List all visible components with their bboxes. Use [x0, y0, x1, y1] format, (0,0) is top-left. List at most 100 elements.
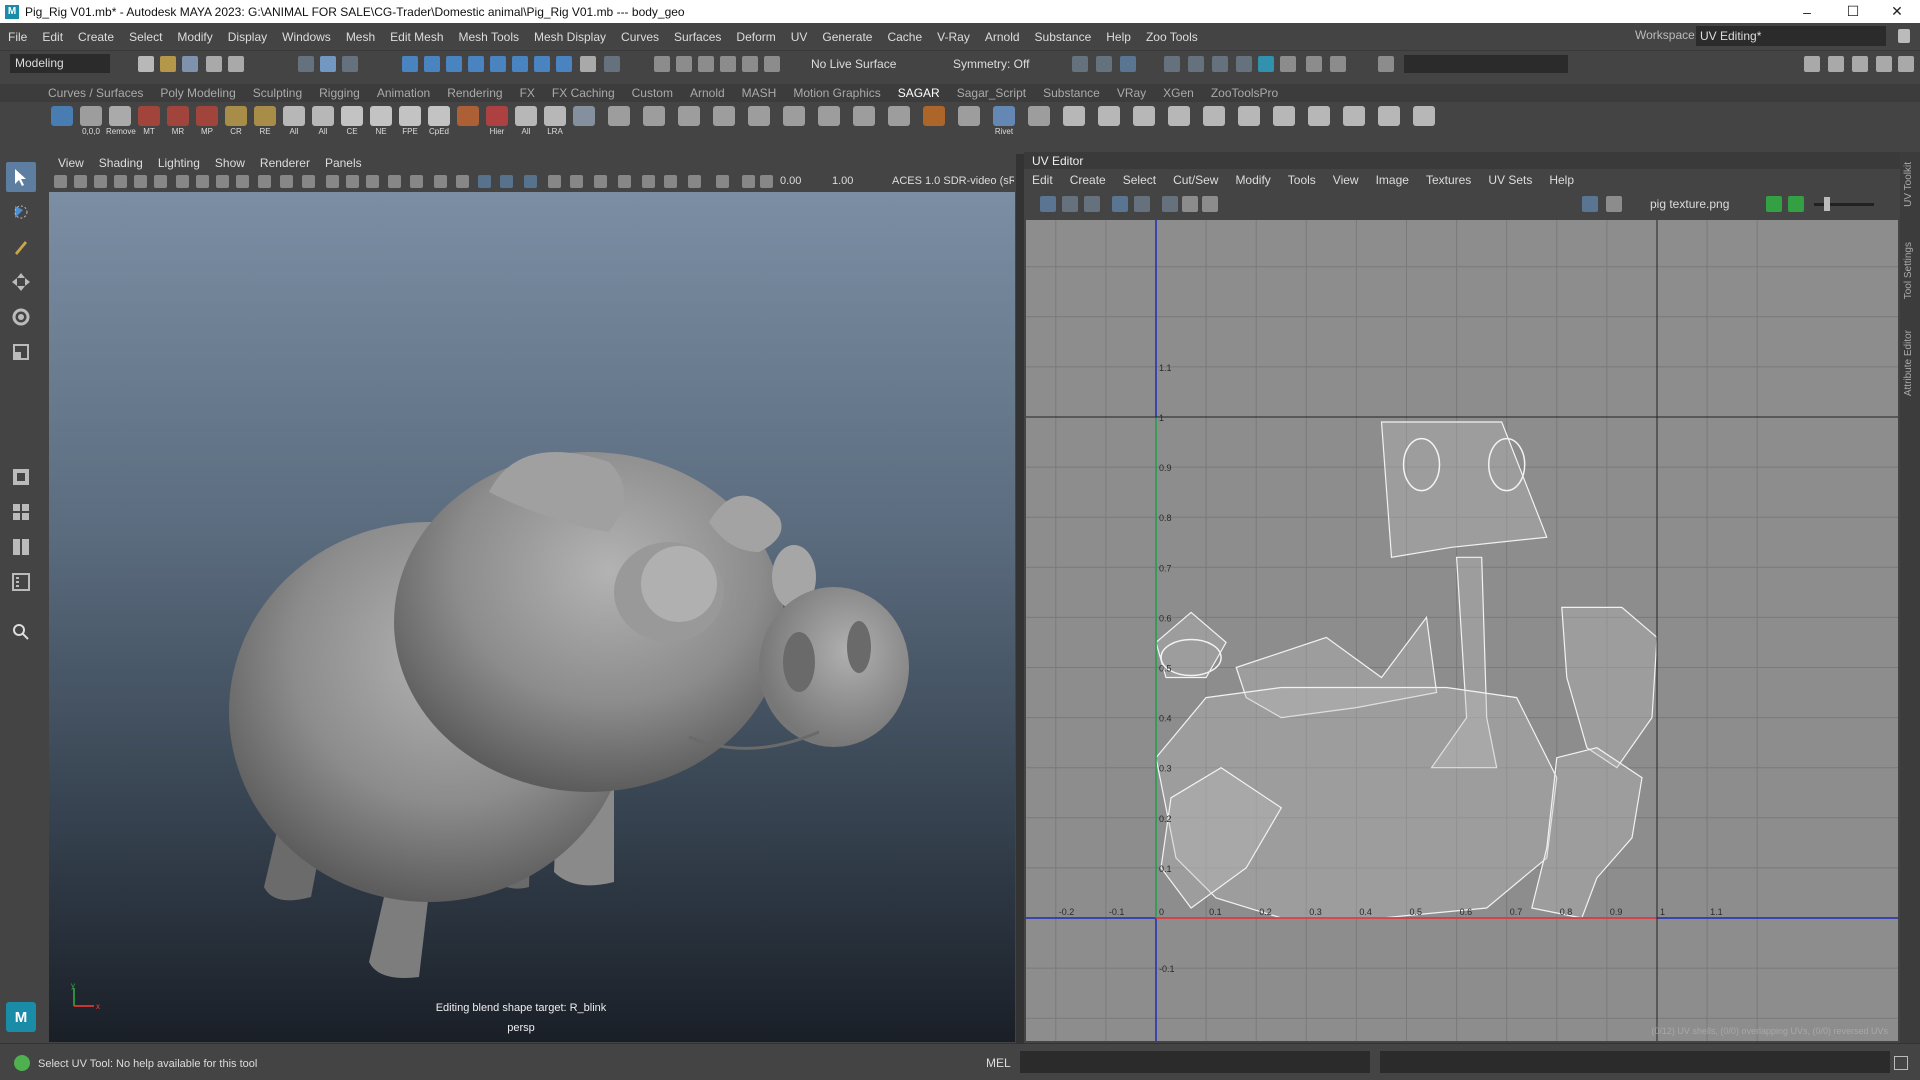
pause-icon[interactable]	[1330, 56, 1346, 72]
viewport-tool-icon[interactable]	[664, 175, 677, 188]
new-scene-icon[interactable]	[138, 56, 154, 72]
render-frame-icon[interactable]	[1096, 56, 1112, 72]
menu-set-dropdown[interactable]: Modeling	[10, 54, 110, 73]
uv-menu-uv-sets[interactable]: UV Sets	[1488, 173, 1532, 187]
shelf-button-tool-22[interactable]	[710, 106, 738, 138]
shelf-tab-zootoolspro[interactable]: ZooToolsPro	[1211, 86, 1278, 100]
shelf-tab-animation[interactable]: Animation	[377, 86, 430, 100]
render-settings-icon[interactable]	[1164, 56, 1180, 72]
uv-texture-borders-icon[interactable]	[1162, 196, 1178, 212]
uv-snapshot-icon[interactable]	[1202, 196, 1218, 212]
shelf-button-tool-27[interactable]	[885, 106, 913, 138]
minimize-button[interactable]: –	[1784, 0, 1830, 23]
menu-zoo-tools[interactable]: Zoo Tools	[1146, 30, 1198, 44]
shelf-button-tool-14[interactable]	[454, 106, 482, 138]
live-surface-field[interactable]: No Live Surface	[806, 55, 901, 73]
snap-curve-icon[interactable]	[424, 56, 440, 72]
shelf-tab-mash[interactable]: MASH	[742, 86, 777, 100]
shelf-button-tool-24[interactable]	[780, 106, 808, 138]
vray-ipr-icon[interactable]	[1236, 56, 1252, 72]
viewport-tool-icon[interactable]	[302, 175, 315, 188]
shelf-button-all[interactable]: All	[280, 106, 308, 138]
snap-bbox-icon[interactable]	[534, 56, 550, 72]
shelf-button-re[interactable]: RE	[251, 106, 279, 138]
viewport-menu-view[interactable]: View	[58, 156, 84, 170]
shelf-button-mr[interactable]: MR	[164, 106, 192, 138]
symmetry-dropdown[interactable]: Symmetry: Off	[948, 55, 1034, 73]
shelf-button-tool-32[interactable]	[1060, 106, 1088, 138]
select-component-icon[interactable]	[342, 56, 358, 72]
render-view-icon[interactable]	[1072, 56, 1088, 72]
menu-file[interactable]: File	[8, 30, 27, 44]
snap-center-icon[interactable]	[556, 56, 572, 72]
shelf-button-cped[interactable]: CpEd	[425, 106, 453, 138]
viewport-menu-shading[interactable]: Shading	[99, 156, 143, 170]
viewport-tool-icon[interactable]	[716, 175, 729, 188]
magnet-point-icon[interactable]	[698, 56, 714, 72]
script-editor-icon[interactable]	[1894, 1056, 1908, 1070]
shelf-button-tool-33[interactable]	[1095, 106, 1123, 138]
color-space-dropdown[interactable]: ACES 1.0 SDR-video (sRGB)	[892, 175, 1014, 187]
shelf-tab-substance[interactable]: Substance	[1043, 86, 1100, 100]
open-scene-icon[interactable]	[160, 56, 176, 72]
shelf-button-0-0-0[interactable]: 0,0,0	[77, 106, 105, 138]
gamma-field[interactable]: 1.00	[832, 175, 853, 187]
viewport-menu-show[interactable]: Show	[215, 156, 245, 170]
uv-pixel-snap-icon[interactable]	[1134, 196, 1150, 212]
shelf-button-tool-31[interactable]	[1025, 106, 1053, 138]
uv-menu-modify[interactable]: Modify	[1235, 173, 1270, 187]
viewport-tool-icon[interactable]	[216, 175, 229, 188]
uv-image-display-icon[interactable]	[1582, 196, 1598, 212]
viewport-tool-icon[interactable]	[642, 175, 655, 188]
channel-box-icon[interactable]	[1898, 56, 1914, 72]
viewport-tool-icon[interactable]	[456, 175, 469, 188]
menu-help[interactable]: Help	[1106, 30, 1131, 44]
select-hierarchy-icon[interactable]	[298, 56, 314, 72]
viewport-tool-icon[interactable]	[688, 175, 701, 188]
shelf-button-lra[interactable]: LRA	[541, 106, 569, 138]
viewport-tool-icon[interactable]	[326, 175, 339, 188]
workspace-dropdown[interactable]: UV Editing*	[1696, 26, 1886, 46]
shelf-tab-motion-graphics[interactable]: Motion Graphics	[793, 86, 880, 100]
uv-menu-textures[interactable]: Textures	[1426, 173, 1471, 187]
uv-menu-tools[interactable]: Tools	[1288, 173, 1316, 187]
shelf-button-tool-26[interactable]	[850, 106, 878, 138]
shelf-button-remove[interactable]: Remove	[106, 106, 136, 138]
hypershade-icon[interactable]	[1188, 56, 1204, 72]
shelf-tab-rigging[interactable]: Rigging	[319, 86, 360, 100]
snap-view-plane-icon[interactable]	[468, 56, 484, 72]
shelf-tab-custom[interactable]: Custom	[632, 86, 673, 100]
viewport-tool-icon[interactable]	[154, 175, 167, 188]
persp-graph-layout-icon[interactable]	[6, 532, 36, 562]
shelf-button-tool-42[interactable]	[1410, 106, 1438, 138]
uv-checker-icon[interactable]	[1084, 196, 1100, 212]
shelf-button-tool-28[interactable]	[920, 106, 948, 138]
viewport-tool-icon[interactable]	[618, 175, 631, 188]
close-button[interactable]: ✕	[1874, 0, 1920, 23]
shelf-button-tool-23[interactable]	[745, 106, 773, 138]
command-input[interactable]	[1020, 1051, 1370, 1073]
shelf-button-tool-29[interactable]	[955, 106, 983, 138]
redo-icon[interactable]	[228, 56, 244, 72]
viewport-menu-renderer[interactable]: Renderer	[260, 156, 310, 170]
shelf-button-fpe[interactable]: FPE	[396, 106, 424, 138]
viewport-tool-icon[interactable]	[742, 175, 755, 188]
perspective-viewport[interactable]: y x Editing blend shape target: R_blink …	[49, 192, 1015, 1042]
uv-shaded-icon[interactable]	[1040, 196, 1056, 212]
viewport-tool-icon[interactable]	[594, 175, 607, 188]
character-controls-icon[interactable]	[1828, 56, 1844, 72]
snap-grid-icon[interactable]	[402, 56, 418, 72]
scale-tool-icon[interactable]	[6, 337, 36, 367]
menu-mesh[interactable]: Mesh	[346, 30, 375, 44]
shelf-button-tool-35[interactable]	[1165, 106, 1193, 138]
shelf-button-tool-25[interactable]	[815, 106, 843, 138]
viewport-tool-icon[interactable]	[760, 175, 773, 188]
viewport-tool-icon[interactable]	[176, 175, 189, 188]
menu-surfaces[interactable]: Surfaces	[674, 30, 721, 44]
save-scene-icon[interactable]	[182, 56, 198, 72]
viewport-tool-icon[interactable]	[134, 175, 147, 188]
shelf-tab-fx[interactable]: FX	[520, 86, 535, 100]
uv-grid-icon[interactable]	[1112, 196, 1128, 212]
viewport-tool-icon[interactable]	[500, 175, 513, 188]
shelf-button-tool-0[interactable]	[48, 106, 76, 138]
